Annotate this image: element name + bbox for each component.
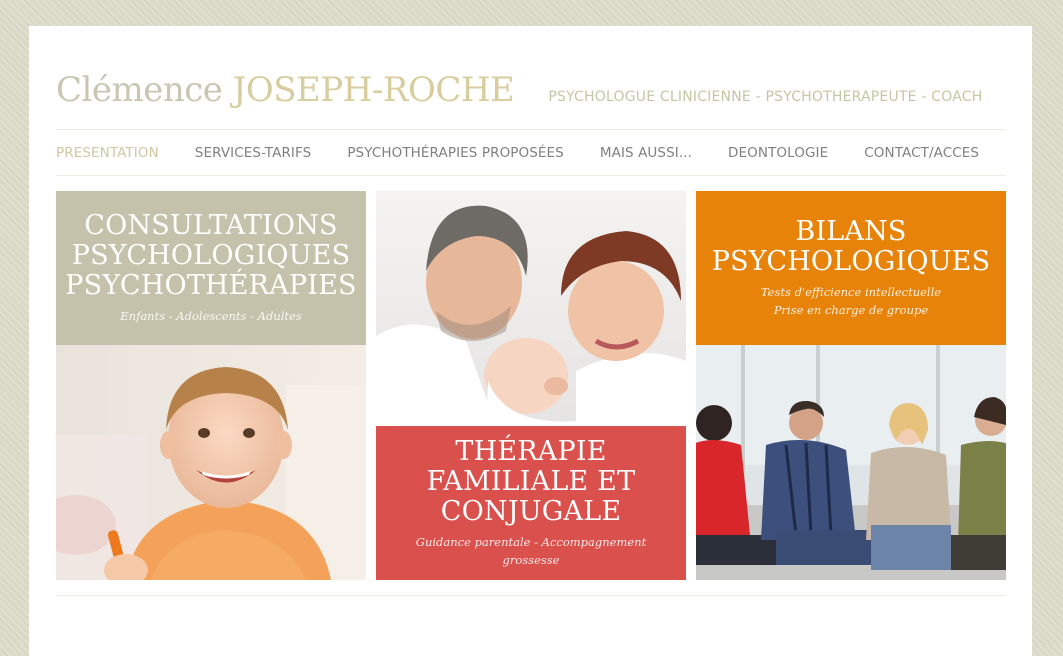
main-nav: PRESENTATION SERVICES-TARIFS PSYCHOTHÉRA… <box>56 130 1006 175</box>
nav-item-psychotherapies[interactable]: PSYCHOTHÉRAPIES PROPOSÉES <box>347 145 564 161</box>
tile-therapie-photo <box>376 191 686 426</box>
tile-consultations[interactable]: CONSULTATIONS PSYCHOLOGIQUES PSYCHOTHÉRA… <box>56 191 366 580</box>
tile-therapie[interactable]: THÉRAPIE FAMILIALE ET CONJUGALE Guidance… <box>376 191 686 580</box>
family-photo-image <box>376 191 686 426</box>
tile-therapie-header: THÉRAPIE FAMILIALE ET CONJUGALE Guidance… <box>376 426 686 580</box>
group-photo-image <box>696 345 1006 580</box>
tile-consultations-title: CONSULTATIONS PSYCHOLOGIQUES PSYCHOTHÉRA… <box>65 210 357 301</box>
logo-last-name: JOSEPH-ROCHE <box>232 70 515 110</box>
nav-item-services-tarifs[interactable]: SERVICES-TARIFS <box>195 145 312 161</box>
site-tagline: PSYCHOLOGUE CLINICIENNE - PSYCHOTHERAPEU… <box>548 89 983 105</box>
tile-consultations-header: CONSULTATIONS PSYCHOLOGIQUES PSYCHOTHÉRA… <box>56 191 366 345</box>
site-logo[interactable]: Clémence JOSEPH-ROCHE <box>56 70 515 110</box>
nav-item-contact-acces[interactable]: CONTACT/ACCES <box>864 145 979 161</box>
tile-therapie-title: THÉRAPIE FAMILIALE ET CONJUGALE <box>426 436 636 527</box>
nav-item-presentation[interactable]: PRESENTATION <box>56 145 159 161</box>
tile-bilans-photo <box>696 345 1006 580</box>
tile-bilans[interactable]: BILANS PSYCHOLOGIQUES Tests d'efficience… <box>696 191 1006 580</box>
nav-item-mais-aussi[interactable]: MAIS AUSSI... <box>600 145 692 161</box>
child-photo-image <box>56 345 366 580</box>
tile-consultations-photo <box>56 345 366 580</box>
tile-bilans-title: BILANS PSYCHOLOGIQUES <box>711 216 991 277</box>
tile-therapie-subtitle: Guidance parentale - Accompagnement gros… <box>415 535 647 567</box>
page-container: Clémence JOSEPH-ROCHE PSYCHOLOGUE CLINIC… <box>29 26 1032 656</box>
tile-bilans-subtitle: Tests d'efficience intellectuelle Prise … <box>760 285 942 317</box>
tile-consultations-subtitle: Enfants - Adolescents - Adultes <box>120 309 302 323</box>
divider-bottom <box>56 595 1006 596</box>
site-header: Clémence JOSEPH-ROCHE PSYCHOLOGUE CLINIC… <box>56 70 1006 120</box>
logo-first-name: Clémence <box>56 70 223 110</box>
divider-nav <box>56 175 1006 176</box>
nav-item-deontologie[interactable]: DEONTOLOGIE <box>728 145 828 161</box>
tile-bilans-header: BILANS PSYCHOLOGIQUES Tests d'efficience… <box>696 191 1006 345</box>
